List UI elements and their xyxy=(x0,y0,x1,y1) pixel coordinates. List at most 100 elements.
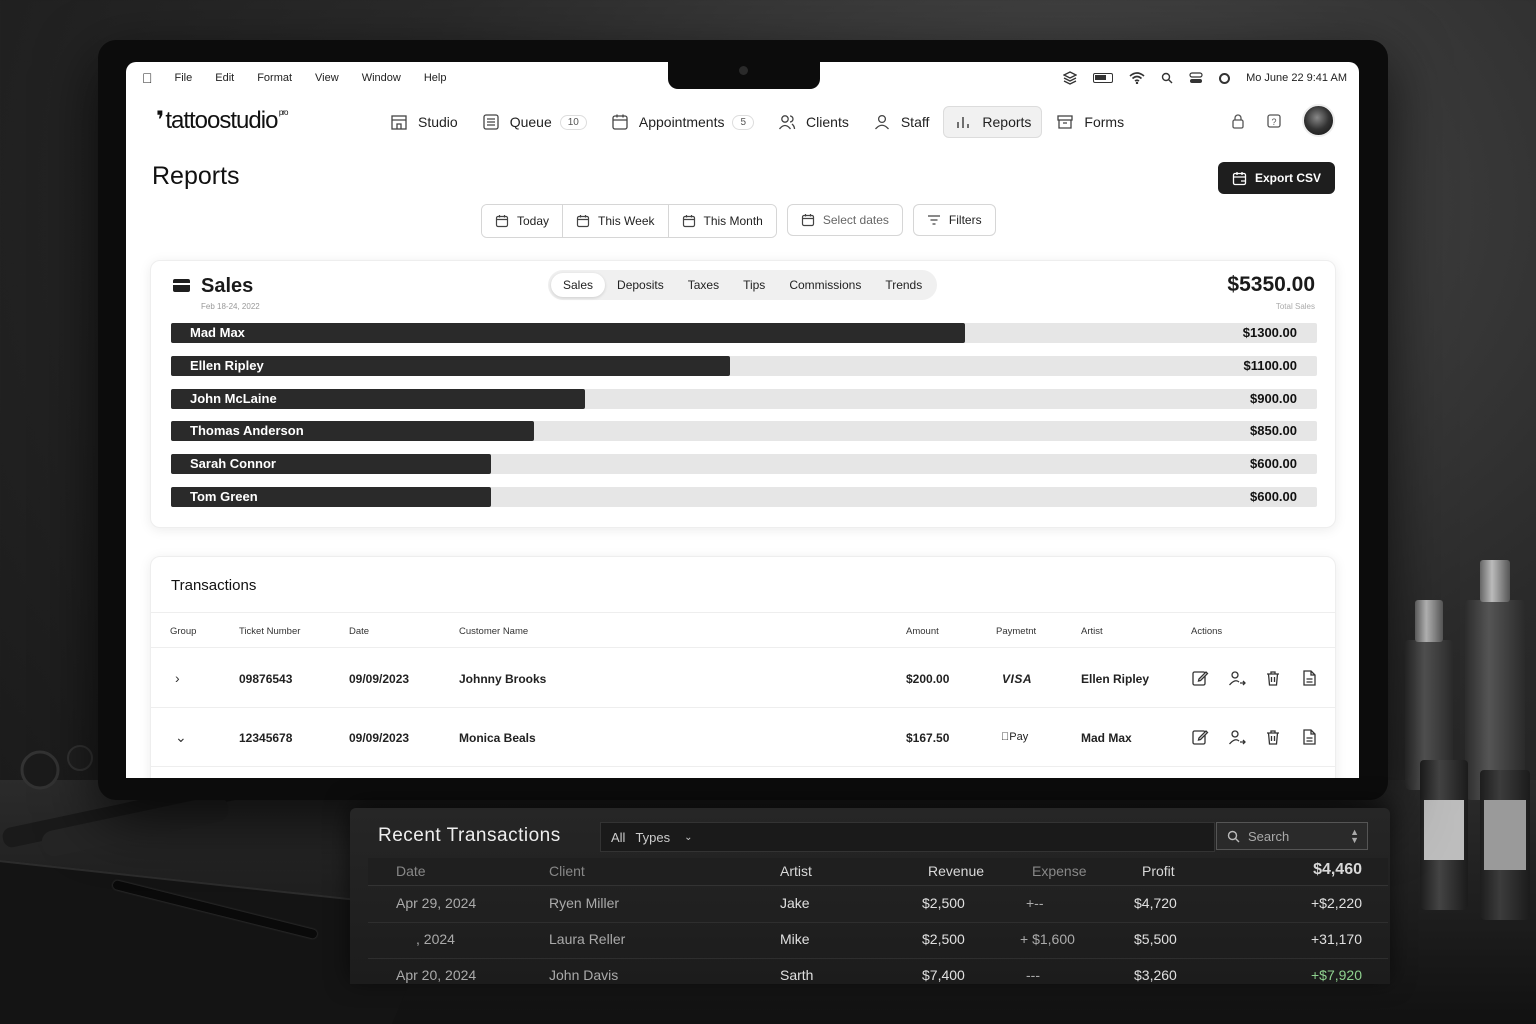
lock-icon[interactable] xyxy=(1230,113,1246,129)
control-center-icon[interactable] xyxy=(1189,72,1203,84)
edit-icon[interactable] xyxy=(1191,728,1209,746)
sales-bar-row[interactable]: Sarah Connor $600.00 xyxy=(171,454,1317,475)
nav-reports[interactable]: Reports xyxy=(943,106,1043,138)
total-sales-value: $5350.00 xyxy=(1227,273,1315,296)
menu-window[interactable]: Window xyxy=(362,72,401,84)
sales-bar-label: John McLaine xyxy=(190,390,277,406)
menu-format[interactable]: Format xyxy=(257,72,292,84)
sales-tabs: Sales Deposits Taxes Tips Commissions Tr… xyxy=(548,270,938,300)
artist-name: Ellen Ripley xyxy=(1081,672,1150,686)
type-filter-dropdown[interactable]: All Types ⌄ xyxy=(600,822,1215,852)
menu-edit[interactable]: Edit xyxy=(215,72,234,84)
camera-icon xyxy=(739,66,748,75)
table-row[interactable]: › 09876543 09/09/2023 Johnny Brooks $200… xyxy=(151,649,1335,708)
calendar-icon xyxy=(682,215,695,228)
select-dates-button[interactable]: Select dates xyxy=(786,204,903,236)
tab-commissions[interactable]: Commissions xyxy=(777,273,873,297)
filters-button[interactable]: Filters xyxy=(912,204,996,236)
credit-card-icon xyxy=(173,279,190,292)
this-month-button[interactable]: This Month xyxy=(667,205,776,237)
menubar-datetime: Mo June 22 9:41 AM xyxy=(1246,72,1347,84)
sales-bar-row[interactable]: John McLaine $900.00 xyxy=(171,388,1317,409)
search-input[interactable]: Search ▲ ▼ xyxy=(1216,822,1368,850)
search-placeholder: Search xyxy=(1248,828,1290,844)
sales-bar-row[interactable]: Thomas Anderson $850.00 xyxy=(171,421,1317,442)
help-icon[interactable]: ? xyxy=(1266,113,1282,129)
recent-artist: Mike xyxy=(780,931,810,947)
document-icon[interactable] xyxy=(1300,669,1318,687)
col-client[interactable]: Client xyxy=(549,863,585,879)
this-week-button[interactable]: This Week xyxy=(562,205,668,237)
tab-sales[interactable]: Sales xyxy=(551,273,606,297)
trash-icon[interactable] xyxy=(1264,728,1282,746)
spotlight-icon[interactable] xyxy=(1161,72,1173,84)
ticket-number: 12345678 xyxy=(239,731,293,745)
sales-bar-row[interactable]: Mad Max $1300.00 xyxy=(171,323,1317,343)
this-month-label: This Month xyxy=(703,214,763,228)
avatar[interactable] xyxy=(1302,104,1335,137)
menu-file[interactable]: File xyxy=(175,72,193,84)
layers-icon[interactable] xyxy=(1063,71,1078,85)
nav-clients[interactable]: Clients xyxy=(768,106,859,138)
tab-taxes[interactable]: Taxes xyxy=(676,273,731,297)
ink-bottle-cap xyxy=(1480,560,1510,602)
recent-revenue: $2,500 xyxy=(922,931,965,947)
archive-icon xyxy=(1056,113,1074,131)
header-actions: ? xyxy=(1230,104,1335,137)
col-artist[interactable]: Artist xyxy=(780,863,812,879)
list-item[interactable]: Apr 29, 2024 Ryen Miller Jake $2,500 +--… xyxy=(368,887,1388,923)
col-payment[interactable]: Paymetnt xyxy=(996,626,1036,637)
col-date[interactable]: Date xyxy=(349,626,369,637)
col-date[interactable]: Date xyxy=(396,863,426,879)
tab-deposits[interactable]: Deposits xyxy=(605,273,676,297)
app-logo[interactable]: ❜tattoostudio pro xyxy=(156,106,288,135)
col-profit[interactable]: Profit xyxy=(1142,863,1175,879)
chevron-down-icon[interactable]: ⌄ xyxy=(175,729,187,746)
list-item[interactable]: , 2024 Laura Reller Mike $2,500 + $1,600… xyxy=(368,923,1388,959)
tx-amount: $167.50 xyxy=(906,731,950,745)
stepper-icon[interactable]: ▲ ▼ xyxy=(1350,828,1359,845)
table-row[interactable]: ⌄ 12345678 09/09/2023 Monica Beals $167.… xyxy=(151,708,1335,767)
col-amount[interactable]: Amount xyxy=(906,626,939,637)
list-icon xyxy=(482,113,500,131)
sales-bar-label: Mad Max xyxy=(190,325,245,340)
col-revenue[interactable]: Revenue xyxy=(928,863,984,879)
col-artist[interactable]: Artist xyxy=(1081,626,1103,637)
nav-forms[interactable]: Forms xyxy=(1046,106,1134,138)
sales-bar-value: $1100.00 xyxy=(1243,357,1297,373)
recent-revenue: $7,400 xyxy=(922,967,965,983)
wifi-icon[interactable] xyxy=(1129,72,1145,84)
sales-bar-label: Thomas Anderson xyxy=(190,423,304,439)
document-icon[interactable] xyxy=(1300,728,1318,746)
export-calendar-icon xyxy=(1232,171,1247,185)
col-group[interactable]: Group xyxy=(170,626,196,637)
battery-icon[interactable] xyxy=(1093,73,1114,83)
assign-user-icon[interactable] xyxy=(1228,669,1246,687)
siri-icon[interactable] xyxy=(1219,72,1231,84)
sales-bar-row[interactable]: Tom Green $600.00 xyxy=(171,486,1317,507)
menu-help[interactable]: Help xyxy=(424,72,447,84)
filters-label: Filters xyxy=(948,213,982,227)
date-range-bar: Today This Week This Month Select dates … xyxy=(481,204,996,238)
sales-bar-row[interactable]: Ellen Ripley $1100.00 xyxy=(171,355,1317,376)
col-ticket-number[interactable]: Ticket Number xyxy=(239,626,300,637)
tab-tips[interactable]: Tips xyxy=(731,273,777,297)
nav-queue[interactable]: Queue 10 xyxy=(472,106,597,138)
menu-view[interactable]: View xyxy=(315,72,339,84)
nav-staff[interactable]: Staff xyxy=(863,106,940,138)
assign-user-icon[interactable] xyxy=(1228,728,1246,746)
nav-appointments[interactable]: Appointments 5 xyxy=(601,106,764,138)
chevron-right-icon[interactable]: › xyxy=(175,670,180,686)
today-button[interactable]: Today xyxy=(482,205,563,237)
apple-menu-icon[interactable]:  xyxy=(142,70,153,86)
nav-studio[interactable]: Studio xyxy=(380,106,468,138)
col-expense[interactable]: Expense xyxy=(1032,863,1086,879)
recent-net: +31,170 xyxy=(1311,931,1362,947)
list-item[interactable]: Apr 20, 2024 John Davis Sarth $7,400 ---… xyxy=(368,959,1388,984)
export-csv-button[interactable]: Export CSV xyxy=(1217,162,1335,194)
trash-icon[interactable] xyxy=(1264,669,1282,687)
col-customer-name[interactable]: Customer Name xyxy=(459,626,528,637)
recent-revenue: $2,500 xyxy=(922,895,965,911)
tab-trends[interactable]: Trends xyxy=(873,273,934,297)
edit-icon[interactable] xyxy=(1191,669,1209,687)
